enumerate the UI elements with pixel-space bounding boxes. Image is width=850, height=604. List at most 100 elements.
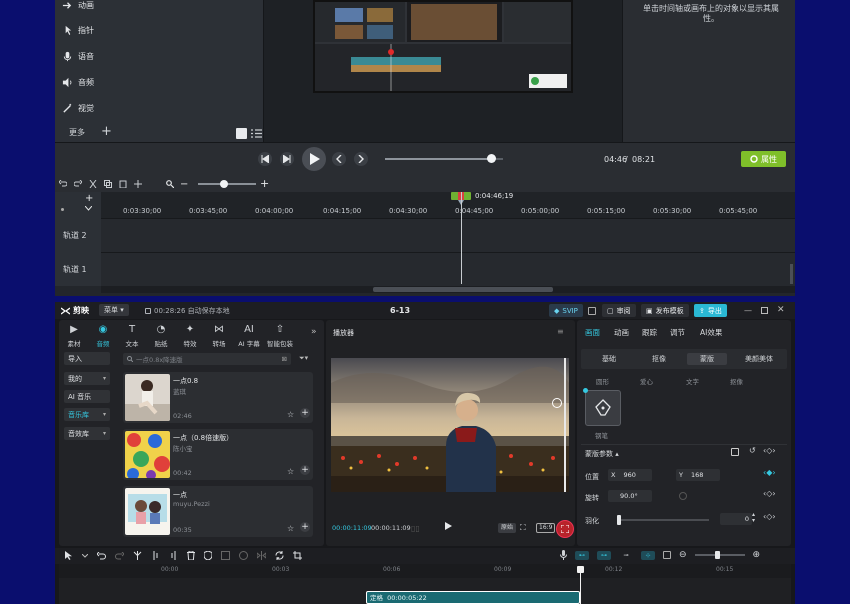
rotate-icon[interactable] bbox=[275, 551, 284, 560]
auto-snap-icon[interactable]: ⊶ bbox=[597, 550, 611, 560]
media-tab-transition[interactable]: ⋈ 转场 bbox=[205, 324, 233, 348]
side-button-0[interactable]: 导入 bbox=[64, 352, 110, 365]
microphone-icon[interactable] bbox=[560, 550, 567, 560]
maximize-button[interactable] bbox=[761, 307, 768, 314]
feather-field[interactable]: 0 bbox=[720, 513, 752, 525]
nav-item-cursor[interactable]: 指针 bbox=[61, 23, 94, 37]
main-track-magnet-icon[interactable]: ⊷ bbox=[575, 550, 589, 560]
media-tab-sticker[interactable]: ◔ 贴纸 bbox=[147, 324, 175, 348]
undo-icon[interactable] bbox=[97, 551, 106, 560]
position-y-field[interactable]: Y 168 bbox=[676, 469, 720, 481]
zoom-in-icon[interactable]: ⊕ bbox=[753, 551, 761, 560]
full-timeline-icon[interactable] bbox=[663, 551, 671, 559]
cut-icon[interactable] bbox=[89, 180, 97, 188]
side-button-1[interactable]: 我的 ▾ bbox=[64, 372, 110, 385]
aspect-ratio-button[interactable]: 16:9 bbox=[536, 523, 556, 533]
minimize-button[interactable]: — bbox=[744, 306, 752, 315]
split-right-icon[interactable] bbox=[169, 551, 178, 560]
grid-view-icon[interactable] bbox=[236, 128, 247, 139]
step-forward-button[interactable] bbox=[280, 152, 294, 166]
shield-icon[interactable] bbox=[204, 551, 212, 560]
crop-icon[interactable] bbox=[293, 551, 302, 560]
inspector-tab[interactable]: 调节 bbox=[670, 327, 685, 338]
preview-axis-icon[interactable]: ⊹ bbox=[641, 550, 655, 560]
copy-icon[interactable] bbox=[104, 180, 112, 188]
export-button[interactable]: ⇪ 导出 bbox=[694, 304, 727, 317]
position-x-field[interactable]: X 960 bbox=[608, 469, 652, 481]
mask-type-option[interactable]: 文字 bbox=[686, 376, 699, 386]
layout-icon[interactable] bbox=[588, 307, 596, 315]
horizontal-scrollbar-thumb[interactable] bbox=[373, 287, 553, 292]
inspector-tab[interactable]: AI效果 bbox=[700, 327, 722, 338]
fullscreen-button[interactable] bbox=[556, 520, 574, 538]
feather-stepper[interactable]: ▴ ▾ bbox=[752, 512, 755, 524]
more-tabs-chevron-icon[interactable]: » bbox=[311, 327, 317, 337]
mask-params-header[interactable]: 蒙版参数 ▴ bbox=[585, 449, 619, 459]
sub-tab[interactable]: 抠像 bbox=[639, 353, 679, 365]
keyframe-icon[interactable]: ‹◇› bbox=[763, 446, 776, 455]
linkage-icon[interactable]: ⊸ bbox=[619, 551, 633, 560]
vertical-scrollbar-thumb[interactable] bbox=[790, 264, 793, 284]
side-button-2[interactable]: AI 音乐 bbox=[64, 390, 110, 403]
clear-search-icon[interactable]: ⊠ bbox=[282, 355, 287, 363]
timeline-zoom-slider[interactable] bbox=[694, 551, 745, 559]
close-button[interactable]: ✕ bbox=[777, 305, 785, 315]
favorite-star-icon[interactable]: ☆ bbox=[287, 467, 294, 476]
song-card-2[interactable]: 一点（0.8倍速版） 陈小宝 00:42 ☆ + bbox=[123, 429, 313, 480]
mask-type-option[interactable]: 抠像 bbox=[730, 376, 743, 386]
select-cursor-icon[interactable] bbox=[65, 551, 73, 560]
next-button[interactable] bbox=[354, 152, 368, 166]
zoom-out-button[interactable]: − bbox=[180, 180, 188, 190]
track-1-lane[interactable] bbox=[55, 252, 795, 286]
split-icon[interactable] bbox=[134, 180, 142, 188]
feather-slider-handle[interactable] bbox=[617, 515, 621, 525]
sub-tab[interactable]: 蒙版 bbox=[687, 353, 727, 365]
track-1-label[interactable]: 轨道 1 bbox=[55, 252, 101, 286]
rotation-field[interactable]: 90.0° bbox=[608, 490, 652, 502]
nav-item-animation[interactable]: 动画 bbox=[61, 0, 94, 12]
properties-button[interactable]: 属性 bbox=[741, 151, 786, 167]
invert-mask-icon[interactable] bbox=[731, 448, 739, 456]
timeline-playhead-head[interactable] bbox=[577, 566, 584, 573]
add-button[interactable]: + bbox=[101, 124, 112, 139]
nav-item-audio[interactable]: 音频 bbox=[61, 75, 94, 89]
review-button[interactable]: ▢ 审阅 bbox=[602, 304, 636, 317]
video-clip[interactable]: 定格 00:00:05:22 bbox=[366, 591, 580, 604]
redo-icon[interactable] bbox=[115, 551, 124, 560]
split-icon[interactable] bbox=[133, 551, 142, 560]
feather-keyframe-icon[interactable]: ‹◇› bbox=[763, 512, 776, 521]
playhead-line[interactable] bbox=[461, 192, 462, 284]
music-search-input[interactable]: 一点0.8x降速版 ⊠ bbox=[123, 353, 291, 365]
delete-icon[interactable] bbox=[187, 551, 195, 560]
inspector-tab[interactable]: 动画 bbox=[614, 327, 629, 338]
inspector-tab[interactable]: 跟踪 bbox=[642, 327, 657, 338]
nav-item-voice[interactable]: 语音 bbox=[61, 49, 94, 63]
split-left-icon[interactable] bbox=[151, 551, 160, 560]
favorite-star-icon[interactable]: ☆ bbox=[287, 524, 294, 533]
media-tab-smart-pack[interactable]: ⇧ 智能包装 bbox=[266, 324, 294, 348]
timeline-zoom-handle[interactable] bbox=[714, 551, 720, 559]
frame-icon[interactable]: ▯▯ bbox=[411, 524, 420, 533]
add-to-track-button[interactable]: + bbox=[300, 522, 310, 532]
zoom-icon[interactable] bbox=[166, 180, 174, 188]
pen-mask-option[interactable] bbox=[583, 388, 621, 426]
original-size-button[interactable]: 原始 bbox=[498, 523, 517, 533]
media-tab-ai-caption[interactable]: AI AI 字幕 bbox=[235, 324, 263, 348]
video-preview[interactable] bbox=[331, 358, 569, 492]
canvas-media-screenshot[interactable] bbox=[313, 0, 573, 93]
add-to-track-button[interactable]: + bbox=[300, 465, 310, 475]
chevron-down-icon[interactable] bbox=[82, 553, 88, 558]
svip-button[interactable]: ◆ SVIP bbox=[549, 304, 583, 317]
freeze-icon[interactable] bbox=[221, 551, 230, 560]
menu-button[interactable]: 菜单 ▾ bbox=[99, 304, 129, 316]
undo-icon[interactable] bbox=[59, 180, 67, 188]
filter-button[interactable]: ⏷▾ bbox=[299, 354, 308, 363]
add-to-track-button[interactable]: + bbox=[300, 408, 310, 418]
paste-icon[interactable] bbox=[119, 180, 127, 188]
song-card-3[interactable]: 一点 muyu.Pezzi 00:35 ☆ + bbox=[123, 486, 313, 537]
media-tab-media[interactable]: ▶ 素材 bbox=[60, 324, 88, 348]
play-button[interactable] bbox=[302, 147, 326, 171]
list-view-icon[interactable] bbox=[251, 128, 262, 139]
inspector-tab[interactable]: 画面 bbox=[585, 327, 600, 338]
media-tab-audio[interactable]: ◉ 音频 bbox=[89, 324, 117, 348]
